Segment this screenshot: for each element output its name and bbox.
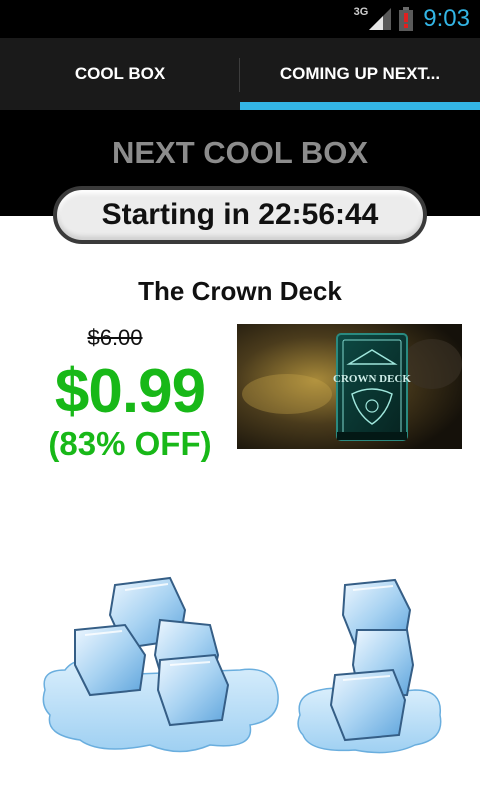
countdown-badge: Starting in 22:56:44: [53, 186, 427, 244]
tab-label: COOL BOX: [74, 64, 166, 83]
countdown-text: Starting in 22:56:44: [101, 198, 379, 231]
network-type-label: 3G: [353, 6, 369, 18]
section-title: NEXT COOL BOX: [111, 135, 369, 170]
status-clock: 9:03: [423, 5, 470, 32]
product-image[interactable]: CROWN DECK: [237, 324, 462, 449]
original-price: $6.00: [87, 325, 143, 350]
tab-coming-up-next[interactable]: COMING UP NEXT...: [240, 38, 480, 110]
tab-cool-box[interactable]: COOL BOX: [0, 38, 240, 110]
signal-icon: [369, 8, 392, 30]
selected-tab-indicator: [240, 102, 480, 110]
tab-bar: COOL BOX COMING UP NEXT...: [0, 38, 480, 110]
product-title: The Crown Deck: [138, 276, 342, 306]
discount-label: (83% OFF): [48, 425, 212, 462]
deck-label: CROWN DECK: [333, 373, 411, 385]
ice-cubes-left-image: [42, 576, 279, 753]
tab-label: COMING UP NEXT...: [279, 64, 441, 83]
ice-cubes-right-image: [297, 578, 442, 754]
sale-price: $0.99: [54, 357, 206, 426]
status-bar: 3G 9:03: [0, 0, 480, 38]
battery-alert-icon: [399, 7, 414, 31]
tab-divider: [239, 58, 240, 92]
